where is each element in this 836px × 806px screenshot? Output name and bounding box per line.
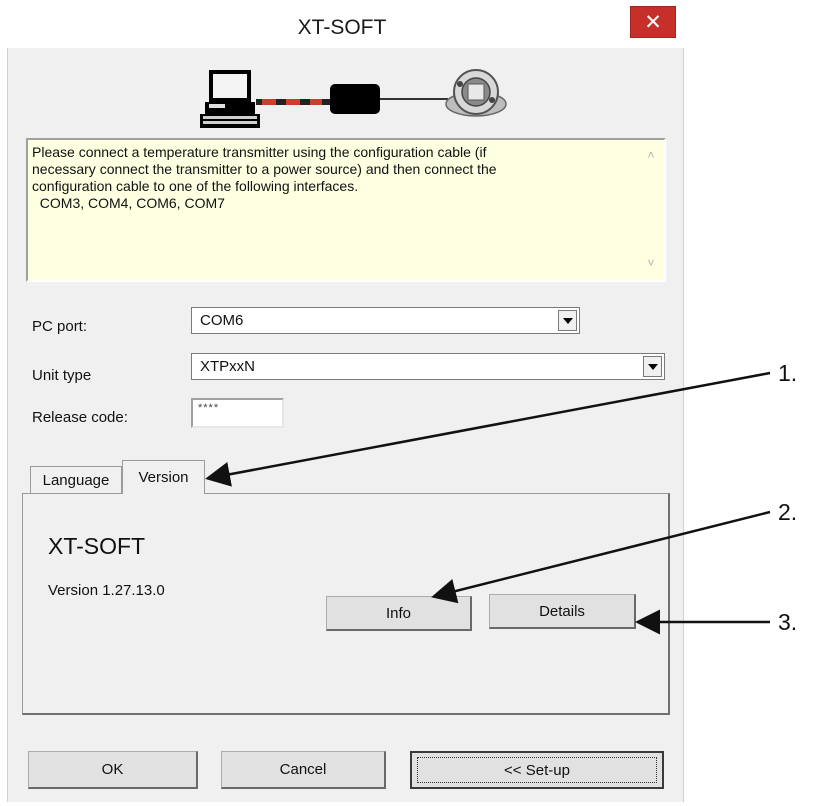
- annotation-arrow-1: [205, 371, 771, 487]
- annotation-label-1: 1.: [778, 360, 798, 386]
- annotation-label-2: 2.: [778, 499, 798, 525]
- tab-version[interactable]: Version: [122, 460, 205, 494]
- annotation-label-3: 3.: [778, 609, 798, 635]
- annotation-arrow-2: [431, 510, 771, 604]
- annotation-arrows: [205, 371, 771, 635]
